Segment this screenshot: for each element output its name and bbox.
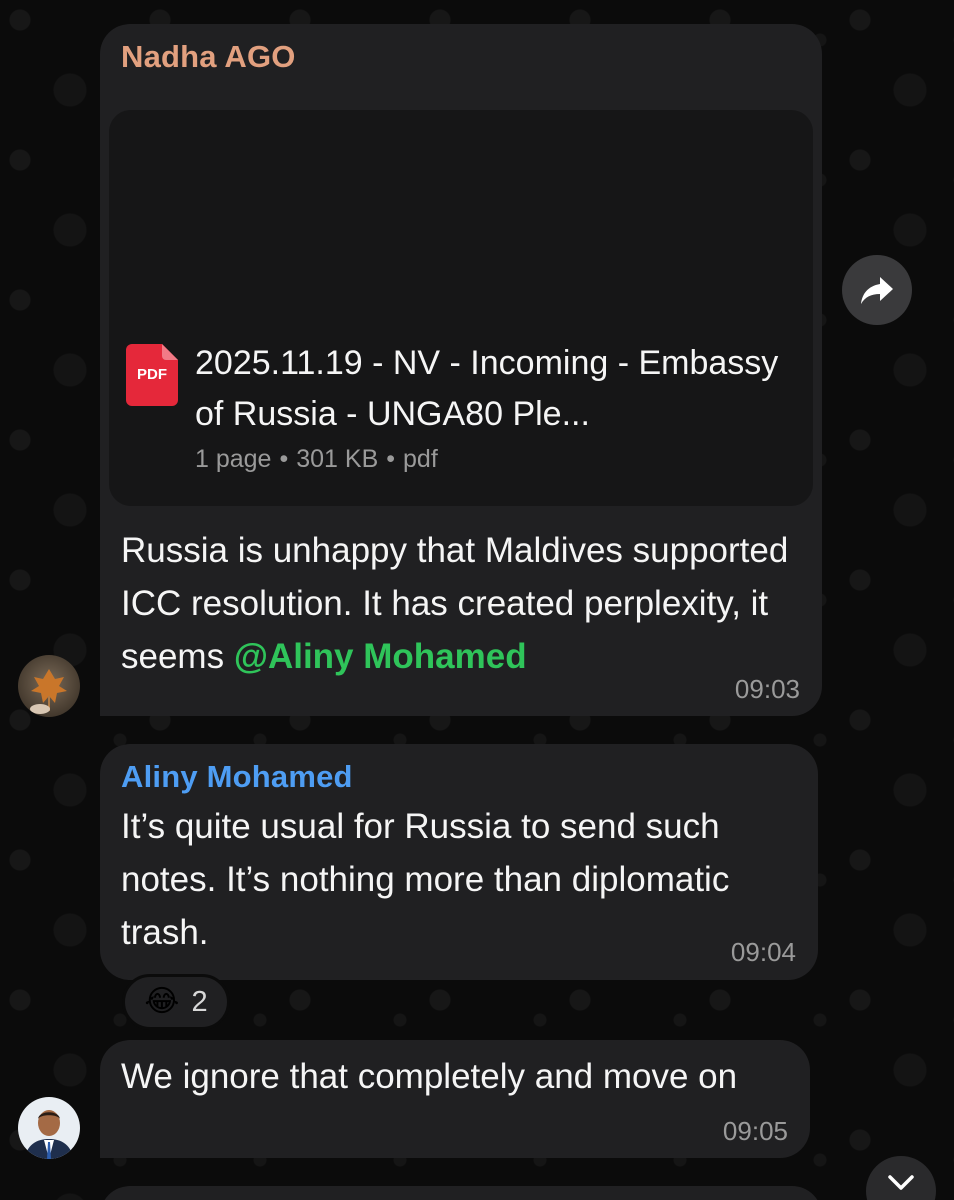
pdf-icon-label: PDF: [137, 366, 167, 383]
next-message-bubble[interactable]: [100, 1186, 822, 1200]
message-bubble-2[interactable]: Aliny Mohamed It’s quite usual for Russi…: [100, 744, 818, 980]
message-text: We ignore that completely and move on: [121, 1057, 738, 1096]
chevron-down-icon: [888, 1175, 914, 1190]
pdf-attachment[interactable]: PDF 2025.11.19 - NV - Incoming - Embassy…: [109, 110, 813, 506]
mention-link[interactable]: @Aliny Mohamed: [234, 637, 527, 676]
forward-arrow-icon: [861, 277, 893, 304]
reaction-badge[interactable]: 😂 2: [122, 974, 230, 1030]
message-timestamp: 09:03: [734, 674, 800, 704]
message-text: Russia is unhappy that Maldives supporte…: [121, 524, 811, 683]
laughing-emoji-icon: 😂: [144, 985, 180, 1018]
message-text: It’s quite usual for Russia to send such…: [121, 807, 730, 952]
sender-avatar-aliny[interactable]: [18, 1097, 80, 1159]
sender-name[interactable]: Aliny Mohamed: [121, 759, 353, 795]
forward-button[interactable]: [842, 255, 912, 325]
document-extension: pdf: [403, 445, 438, 473]
document-meta: 1 page • 301 KB • pdf: [195, 445, 438, 473]
document-pages: 1 page: [195, 445, 272, 473]
message-bubble-3[interactable]: We ignore that completely and move on 09…: [100, 1040, 810, 1158]
message-bubble-1[interactable]: Nadha AGO PDF 2025.11.19 - NV - Incoming…: [100, 24, 822, 716]
document-title: 2025.11.19 - NV - Incoming - Embassy of …: [195, 344, 779, 433]
message-timestamp: 09:04: [730, 937, 796, 967]
document-size: 301 KB: [296, 445, 379, 473]
pdf-file-icon: PDF: [126, 344, 178, 406]
reaction-count: 2: [191, 985, 208, 1018]
message-timestamp: 09:05: [722, 1116, 788, 1146]
sender-name[interactable]: Nadha AGO: [121, 39, 296, 75]
sender-avatar-nadha[interactable]: [18, 655, 80, 717]
chat-view: Nadha AGO PDF 2025.11.19 - NV - Incoming…: [0, 0, 954, 1200]
scroll-to-bottom-button[interactable]: [866, 1156, 936, 1200]
